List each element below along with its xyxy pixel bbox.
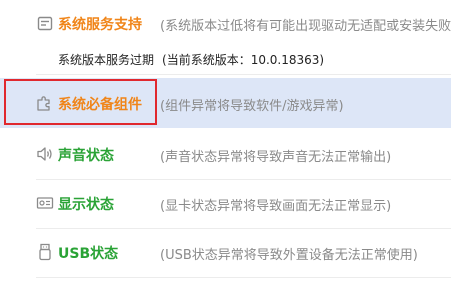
row-title: USB状态 — [58, 246, 119, 262]
row-title: 声音状态 — [58, 148, 114, 164]
service-expired-note: 系统版本服务过期 (当前系统版本：10.0.18363) — [58, 51, 324, 68]
row-description: (显卡状态异常将导致画面无法正常显示) — [160, 199, 392, 214]
row-title: 系统服务支持 — [58, 17, 142, 33]
focus-highlight-box — [4, 79, 157, 125]
divider — [36, 179, 451, 180]
calendar-icon — [36, 14, 54, 32]
row-description: (USB状态异常将导致外置设备无法正常使用) — [160, 248, 418, 263]
row-description: (声音状态异常将导致声音无法正常输出) — [160, 150, 392, 165]
row-description: (组件异常将导致软件/游戏异常) — [160, 99, 344, 114]
row-title: 显示状态 — [58, 197, 114, 213]
row-sound-status[interactable]: 声音状态 (声音状态异常将导致声音无法正常输出) — [0, 132, 451, 178]
usb-icon — [36, 243, 54, 261]
row-description: (系统版本过低将有可能出现驱动无适配或安装失败 — [160, 19, 451, 34]
display-card-icon — [36, 194, 54, 212]
speaker-icon — [36, 145, 54, 163]
row-display-status[interactable]: 显示状态 (显卡状态异常将导致画面无法正常显示) — [0, 181, 451, 227]
row-usb-status[interactable]: USB状态 (USB状态异常将导致外置设备无法正常使用) — [0, 230, 451, 276]
current-version-text: (当前系统版本：10.0.18363) — [162, 53, 325, 67]
row-system-service[interactable]: 系统服务支持 (系统版本过低将有可能出现驱动无适配或安装失败 — [0, 10, 451, 36]
divider — [36, 74, 451, 75]
divider — [36, 228, 451, 229]
divider — [36, 277, 451, 278]
service-expired-label: 系统版本服务过期 — [58, 53, 155, 67]
system-check-panel: 系统服务支持 (系统版本过低将有可能出现驱动无适配或安装失败 系统版本服务过期 (… — [0, 0, 451, 296]
